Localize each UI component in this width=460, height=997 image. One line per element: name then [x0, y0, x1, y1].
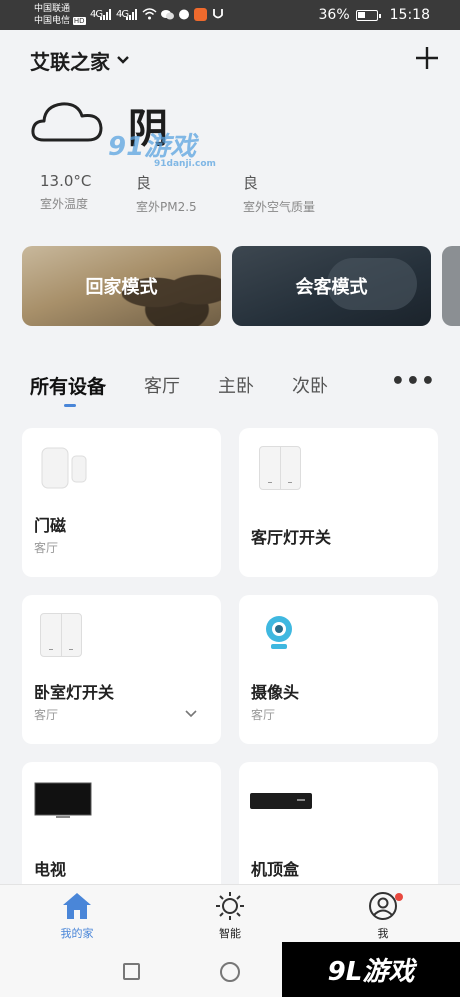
stat-value: 良: [243, 174, 259, 192]
tab-living-room[interactable]: 客厅: [144, 372, 180, 398]
home-button[interactable]: [220, 962, 240, 982]
stat-air-quality: 良 室外空气质量: [243, 172, 315, 215]
tab-master-bedroom[interactable]: 主卧: [218, 372, 254, 398]
watermark-text: 91游戏: [108, 132, 197, 162]
bottom-navigation: 我的家 智能 我: [0, 884, 460, 946]
scene-label: 回家模式: [85, 277, 158, 298]
app-notification-icon: [178, 8, 191, 21]
home-selector[interactable]: 艾联之家: [30, 46, 130, 75]
tab-second-bedroom[interactable]: 次卧: [292, 372, 328, 398]
carrier-info: 中国联通 中国电信 HD: [34, 3, 86, 27]
device-name: 电视: [34, 860, 67, 879]
tab-all-devices[interactable]: 所有设备: [30, 372, 106, 399]
status-right: 36% 15:18: [319, 7, 430, 23]
nav-me[interactable]: 我: [343, 891, 423, 941]
nav-label: 我的家: [60, 927, 94, 940]
recent-apps-button[interactable]: [123, 963, 140, 980]
device-card-camera[interactable]: 摄像头 客厅: [239, 595, 438, 744]
chevron-down-icon: [116, 53, 130, 69]
brand-watermark-badge: 9L游戏: [282, 942, 460, 997]
clock: 15:18: [389, 7, 430, 23]
home-icon: [63, 893, 91, 919]
stat-label: 室外温度: [40, 197, 89, 211]
stat-pm25: 良 室外PM2.5: [136, 172, 197, 215]
cloud-icon: [31, 102, 103, 142]
status-bar: 中国联通 中国电信 HD 4G 4G 36% 15:18: [0, 0, 460, 30]
scene-home-mode[interactable]: 回家模式: [22, 246, 221, 326]
signal-bars-2-icon: [126, 9, 138, 23]
room-tabs: 所有设备 客厅 主卧 次卧: [30, 370, 366, 400]
sun-icon: [216, 892, 244, 920]
nav-label: 智能: [219, 927, 241, 940]
device-card-tv[interactable]: 电视: [22, 762, 221, 902]
scene-guest-mode[interactable]: 会客模式: [232, 246, 431, 326]
nav-my-home[interactable]: 我的家: [37, 891, 117, 941]
notification-dot: [395, 893, 403, 901]
device-name: 门磁: [34, 516, 67, 535]
plus-icon: [416, 47, 438, 69]
scene-next-card[interactable]: [442, 246, 460, 326]
camera-icon: [261, 613, 297, 657]
video-app-icon: [194, 8, 207, 21]
wall-switch-icon: [40, 613, 82, 657]
device-card-door-sensor[interactable]: 门磁 客厅: [22, 428, 221, 577]
stat-label: 室外PM2.5: [136, 200, 197, 214]
device-name: 卧室灯开关: [34, 683, 115, 702]
wall-switch-icon: [259, 446, 301, 490]
wifi-icon: [142, 8, 157, 23]
device-room: 客厅: [34, 708, 59, 722]
nav-label: 我: [377, 927, 389, 940]
carrier-2: 中国电信: [34, 16, 71, 26]
wechat-icon: [161, 9, 174, 23]
set-top-box-icon: [249, 790, 313, 816]
tv-icon: [34, 782, 92, 826]
battery-icon: [355, 9, 381, 21]
add-device-button[interactable]: [410, 38, 444, 80]
stat-label: 室外空气质量: [243, 200, 316, 214]
watermark-logo: 91游戏 91danji.com: [108, 126, 216, 169]
door-sensor-icon: [40, 444, 90, 494]
hd-badge: HD: [72, 17, 86, 25]
device-room: 客厅: [34, 541, 59, 555]
device-name: 机顶盒: [251, 860, 300, 879]
device-card-living-light-switch[interactable]: 客厅灯开关: [239, 428, 438, 577]
expand-chevron-icon[interactable]: [185, 707, 197, 721]
nav-smart[interactable]: 智能: [190, 891, 270, 941]
device-room: 客厅: [251, 708, 276, 722]
home-name: 艾联之家: [30, 50, 110, 74]
device-name: 摄像头: [251, 683, 300, 702]
more-tabs-button[interactable]: •••: [391, 371, 436, 393]
device-card-set-top-box[interactable]: 机顶盒: [239, 762, 438, 902]
carrier-1: 中国联通: [34, 4, 71, 14]
active-tab-indicator: [64, 404, 76, 407]
stat-temperature: 13.0°C 室外温度: [40, 172, 91, 212]
device-name: 客厅灯开关: [251, 528, 332, 547]
watermark-url: 91danji.com: [154, 159, 216, 169]
device-card-bedroom-light-switch[interactable]: 卧室灯开关 客厅: [22, 595, 221, 744]
stat-value: 良: [136, 174, 152, 192]
battery-percent: 36%: [318, 7, 350, 23]
shield-icon: [212, 7, 224, 24]
scene-label: 会客模式: [295, 277, 368, 298]
stat-value: 13.0°C: [40, 172, 92, 190]
signal-bars-1-icon: [100, 9, 112, 23]
